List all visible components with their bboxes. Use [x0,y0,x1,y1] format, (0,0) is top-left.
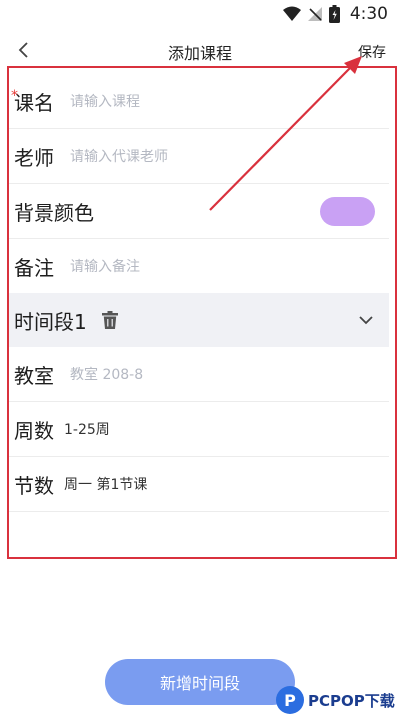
nav-bar: 添加课程 保存 [0,30,400,70]
classroom-row[interactable]: 教室 教室 208-8 [9,347,389,402]
time-slot-header[interactable]: 时间段1 [9,293,389,347]
status-time: 4:30 [349,4,388,24]
sessions-value[interactable]: 周一 第1节课 [64,474,147,494]
weeks-row[interactable]: 周数 1-25周 [9,402,389,457]
no-signal-icon [307,7,322,21]
note-label: 备注 [14,255,54,280]
status-bar: 4:30 [0,0,400,30]
required-mark: * [11,88,18,104]
chevron-down-icon[interactable] [357,311,375,329]
watermark-logo: P [276,686,304,714]
battery-icon [328,5,340,23]
note-input[interactable]: 请输入备注 [70,256,140,276]
teacher-row[interactable]: 老师 请输入代课老师 [9,129,389,184]
save-button[interactable]: 保存 [358,42,386,62]
weeks-value[interactable]: 1-25周 [64,419,110,439]
time-slot-label: 时间段1 [14,309,87,334]
page-title: 添加课程 [167,44,232,63]
note-row[interactable]: 备注 请输入备注 [9,239,389,294]
wifi-icon [282,6,301,21]
course-name-row[interactable]: * 课名 请输入课程 [9,74,389,129]
trash-icon[interactable] [101,310,119,330]
classroom-label: 教室 [14,363,54,388]
teacher-input[interactable]: 请输入代课老师 [70,146,168,166]
teacher-label: 老师 [14,145,54,170]
color-picker-toggle[interactable] [320,197,375,226]
course-name-input[interactable]: 请输入课程 [70,91,140,111]
sessions-label: 节数 [14,473,54,498]
add-time-slot-button[interactable]: 新增时间段 [105,659,295,705]
bg-color-row: 背景颜色 [9,184,389,239]
weeks-label: 周数 [14,418,54,443]
sessions-row[interactable]: 节数 周一 第1节课 [9,457,389,512]
classroom-input[interactable]: 教室 208-8 [70,364,143,384]
watermark-text: PCPOP下载 [308,691,395,710]
course-name-label: 课名 [14,90,54,115]
watermark: P PCPOP下载 [276,686,395,714]
bg-color-label: 背景颜色 [14,200,94,225]
